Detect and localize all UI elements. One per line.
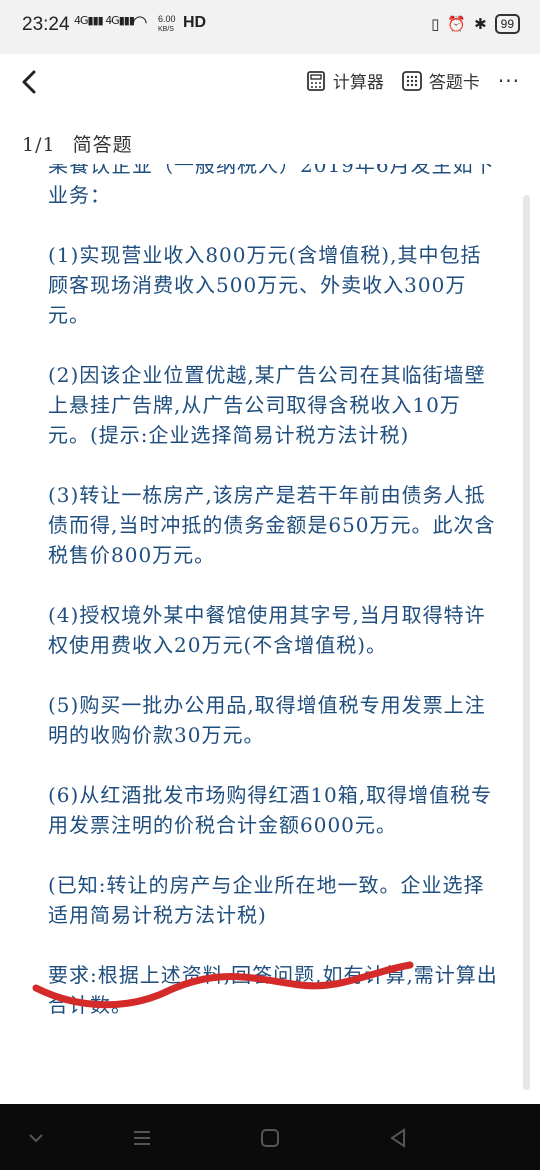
chevron-left-icon bbox=[22, 70, 36, 94]
question-type: 简答题 bbox=[72, 134, 133, 156]
grid-icon bbox=[402, 70, 422, 91]
vibrate-icon: ▯ bbox=[431, 15, 440, 33]
nav-bar: 计算器 答题卡 ··· bbox=[0, 54, 540, 110]
back-button[interactable] bbox=[14, 62, 50, 102]
signal-1-label: 4G bbox=[74, 14, 88, 27]
question-item-2: (2)因该企业位置优越,某广告公司在其临街墙壁上悬挂广告牌,从广告公司取得含税收… bbox=[48, 363, 486, 447]
question-item-5: (5)购买一批办公用品,取得增值税专用发票上注明的收购价款30万元。 bbox=[48, 693, 486, 747]
question-item-1: (1)实现营业收入800万元(含增值税),其中包括顾客现场消费收入500万元、外… bbox=[48, 243, 482, 327]
menu-icon[interactable] bbox=[128, 1124, 156, 1152]
answer-card-label: 答题卡 bbox=[428, 73, 480, 93]
status-bar: 23:24 4G▮▮▮ 4G▮▮▮ ◠ 6.00 KB/S HD ▯ ⏰ ✱ 9… bbox=[0, 0, 540, 54]
system-nav-bar bbox=[0, 1104, 540, 1170]
back-triangle-icon[interactable] bbox=[384, 1124, 412, 1152]
chevron-down-icon[interactable] bbox=[22, 1124, 50, 1152]
bluetooth-icon: ✱ bbox=[474, 15, 487, 33]
battery-icon: 99 bbox=[494, 14, 520, 34]
question-index: 1/1 bbox=[22, 134, 56, 156]
scrollbar[interactable] bbox=[523, 195, 530, 1090]
calculator-label: 计算器 bbox=[332, 73, 384, 93]
question-content: 某餐饮企业（一般纳税人）2019年6月发生如下业务： (1)实现营业收入800万… bbox=[48, 164, 500, 1099]
calculator-icon bbox=[307, 70, 325, 91]
calculator-button[interactable]: 计算器 bbox=[306, 68, 384, 93]
question-requirement: 要求:根据上述资料,回答问题,如有计算,需计算出合计数。 bbox=[48, 963, 498, 1017]
net-unit: KB/S bbox=[158, 26, 174, 33]
net-speed: 6.00 bbox=[158, 14, 176, 24]
question-item-3: (3)转让一栋房产,该房产是若干年前由债务人抵债而得,当时冲抵的债务金额是650… bbox=[48, 483, 496, 567]
signal-icon: 4G▮▮▮ 4G▮▮▮ bbox=[74, 14, 135, 27]
question-item-4: (4)授权境外某中餐馆使用其字号,当月取得特许权使用费收入20万元(不含增值税)… bbox=[48, 603, 486, 657]
hd-badge: HD bbox=[183, 14, 207, 31]
question-intro: 某餐饮企业（一般纳税人）2019年6月发生如下业务： bbox=[48, 164, 495, 207]
more-button[interactable]: ··· bbox=[498, 69, 520, 93]
answer-card-button[interactable]: 答题卡 bbox=[402, 68, 480, 93]
question-item-6: (6)从红酒批发市场购得红酒10箱,取得增值税专用发票注明的价税合计金额6000… bbox=[48, 783, 493, 837]
wifi-icon: ◠ bbox=[132, 12, 148, 33]
signal-2-label: 4G bbox=[105, 14, 119, 27]
alarm-icon: ⏰ bbox=[447, 15, 467, 33]
status-right: ▯ ⏰ ✱ 99 bbox=[431, 14, 520, 34]
home-icon[interactable] bbox=[256, 1124, 284, 1152]
nav-tools: 计算器 答题卡 ··· bbox=[306, 68, 520, 93]
question-header: 1/1 简答题 bbox=[22, 130, 133, 157]
status-time: 23:24 bbox=[22, 14, 70, 35]
question-note: (已知:转让的房产与企业所在地一致。企业选择适用简易计税方法计税) bbox=[48, 873, 485, 927]
